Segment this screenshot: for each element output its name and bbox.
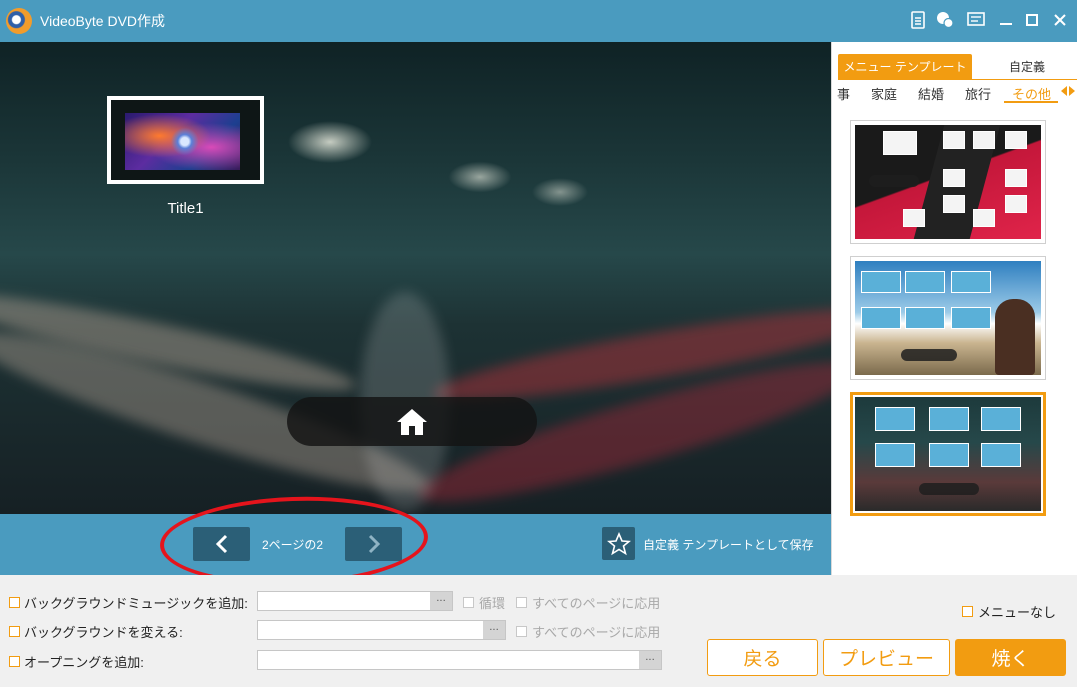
music-apply-all-label: すべてのページに応用 bbox=[532, 596, 661, 611]
back-button[interactable]: 戻る bbox=[707, 639, 818, 676]
tab-menu-template[interactable]: メニュー テンプレート bbox=[838, 54, 972, 79]
feedback-icon[interactable] bbox=[934, 9, 956, 31]
app-title: VideoByte DVD作成 bbox=[40, 13, 166, 29]
app-logo-icon bbox=[6, 8, 32, 34]
bg-change-field[interactable]: ··· bbox=[257, 620, 506, 640]
no-menu-checkbox[interactable] bbox=[962, 606, 973, 617]
title-bar: VideoByte DVD作成 bbox=[0, 0, 1077, 42]
category-item-travel[interactable]: 旅行 bbox=[965, 84, 991, 103]
bg-music-label: バックグラウンドミュージックを追加: bbox=[24, 596, 248, 611]
opening-checkbox[interactable] bbox=[9, 656, 20, 667]
template-panel: メニュー テンプレート 自定義 事 家庭 結婚 旅行 その他 bbox=[831, 42, 1077, 575]
title-item-thumbnail[interactable] bbox=[107, 96, 264, 184]
scroll-right-icon[interactable] bbox=[1069, 86, 1075, 96]
category-item[interactable]: 事 bbox=[837, 84, 850, 103]
loop-checkbox[interactable] bbox=[463, 597, 474, 608]
minimize-icon[interactable] bbox=[995, 9, 1017, 31]
star-icon bbox=[606, 531, 631, 555]
burn-button[interactable]: 焼く bbox=[955, 639, 1066, 676]
no-menu-label: メニューなし bbox=[978, 605, 1057, 620]
menu-list-icon[interactable] bbox=[965, 9, 987, 31]
save-template-button[interactable] bbox=[602, 527, 635, 560]
opening-label: オープニングを追加: bbox=[24, 655, 144, 670]
template-sky-girl[interactable] bbox=[850, 256, 1046, 380]
category-item-wedding[interactable]: 結婚 bbox=[918, 84, 944, 103]
title-item-label[interactable]: Title1 bbox=[107, 200, 264, 217]
bg-apply-all-label: すべてのページに応用 bbox=[532, 625, 661, 640]
home-button[interactable] bbox=[287, 397, 537, 446]
tab-underline bbox=[838, 79, 1077, 80]
music-apply-all-checkbox[interactable] bbox=[516, 597, 527, 608]
menu-preview: Title1 bbox=[0, 42, 831, 514]
bg-change-label: バックグラウンドを変える: bbox=[24, 625, 183, 640]
loop-label: 循環 bbox=[479, 596, 506, 611]
bg-music-checkbox[interactable] bbox=[9, 597, 20, 608]
preview-button[interactable]: プレビュー bbox=[823, 639, 950, 676]
save-template-label[interactable]: 自定義 テンプレートとして保存 bbox=[643, 536, 814, 553]
opening-browse-button[interactable]: ··· bbox=[639, 651, 661, 669]
title-thumbnail-image bbox=[125, 113, 240, 170]
bg-music-field[interactable]: ··· bbox=[257, 591, 453, 611]
opening-field[interactable]: ··· bbox=[257, 650, 662, 670]
scroll-left-icon[interactable] bbox=[1061, 86, 1067, 96]
category-row: 事 家庭 結婚 旅行 その他 bbox=[832, 82, 1077, 104]
document-icon[interactable] bbox=[907, 9, 929, 31]
close-icon[interactable] bbox=[1049, 9, 1071, 31]
tab-custom[interactable]: 自定義 bbox=[982, 54, 1072, 79]
bg-music-browse-button[interactable]: ··· bbox=[430, 592, 452, 610]
template-night-road[interactable] bbox=[850, 392, 1046, 516]
bg-change-browse-button[interactable]: ··· bbox=[483, 621, 505, 639]
category-underline bbox=[1004, 101, 1058, 103]
template-red-black[interactable] bbox=[850, 120, 1046, 244]
bg-change-checkbox[interactable] bbox=[9, 626, 20, 637]
category-item-family[interactable]: 家庭 bbox=[871, 84, 897, 103]
maximize-icon[interactable] bbox=[1021, 9, 1043, 31]
home-icon bbox=[397, 408, 427, 435]
bg-apply-all-checkbox[interactable] bbox=[516, 626, 527, 637]
